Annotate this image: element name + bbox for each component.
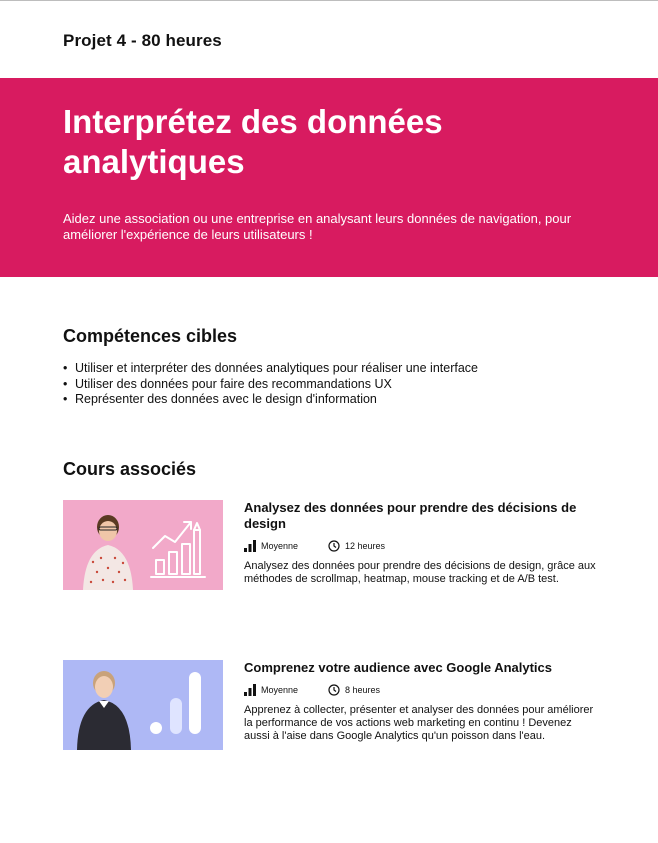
course-meta: Moyenne 12 heures [244, 538, 599, 554]
skills-heading: Compétences cibles [63, 326, 238, 346]
duration-indicator: 12 heures [328, 540, 385, 552]
course-info: Comprenez votre audience avec Google Ana… [244, 660, 599, 743]
clock-icon [328, 540, 340, 552]
course-duration: 12 heures [345, 541, 386, 551]
clock-icon [328, 684, 340, 696]
project-label: Projet 4 - 80 heures [63, 31, 222, 50]
skill-item: Utiliser et interpréter des données anal… [63, 361, 478, 377]
hero-description: Aidez une association ou une entreprise … [63, 211, 572, 242]
duration-indicator: 8 heures [328, 684, 380, 696]
difficulty-bars-icon [244, 684, 256, 696]
course-duration: 8 heures [345, 685, 381, 695]
course-card[interactable]: Comprenez votre audience avec Google Ana… [63, 660, 603, 770]
course-meta: Moyenne 8 heures [244, 682, 599, 698]
skill-item: Utiliser des données pour faire des reco… [63, 377, 478, 393]
course-level: Moyenne [261, 541, 299, 551]
course-description: Analysez des données pour prendre des dé… [244, 560, 596, 585]
top-divider [0, 0, 658, 1]
course-title[interactable]: Comprenez votre audience avec Google Ana… [244, 660, 599, 676]
hero-title: Interprétez des données analytiques [63, 103, 443, 180]
courses-heading: Cours associés [63, 459, 197, 479]
course-thumbnail[interactable] [63, 660, 223, 750]
skills-list: Utiliser et interpréter des données anal… [63, 361, 478, 408]
skill-item: Représenter des données avec le design d… [63, 392, 478, 408]
course-info: Analysez des données pour prendre des dé… [244, 500, 599, 586]
hero-banner: Interprétez des données analytiques Aide… [0, 78, 658, 277]
course-level: Moyenne [261, 685, 299, 695]
level-indicator: Moyenne [244, 540, 328, 552]
level-indicator: Moyenne [244, 684, 328, 696]
difficulty-bars-icon [244, 540, 256, 552]
course-title[interactable]: Analysez des données pour prendre des dé… [244, 500, 599, 532]
course-description: Apprenez à collecter, présenter et analy… [244, 704, 594, 742]
analytics-logo-icon [77, 671, 201, 750]
chart-growth-icon [83, 515, 206, 590]
course-card[interactable]: Analysez des données pour prendre des dé… [63, 500, 603, 610]
course-thumbnail[interactable] [63, 500, 223, 590]
